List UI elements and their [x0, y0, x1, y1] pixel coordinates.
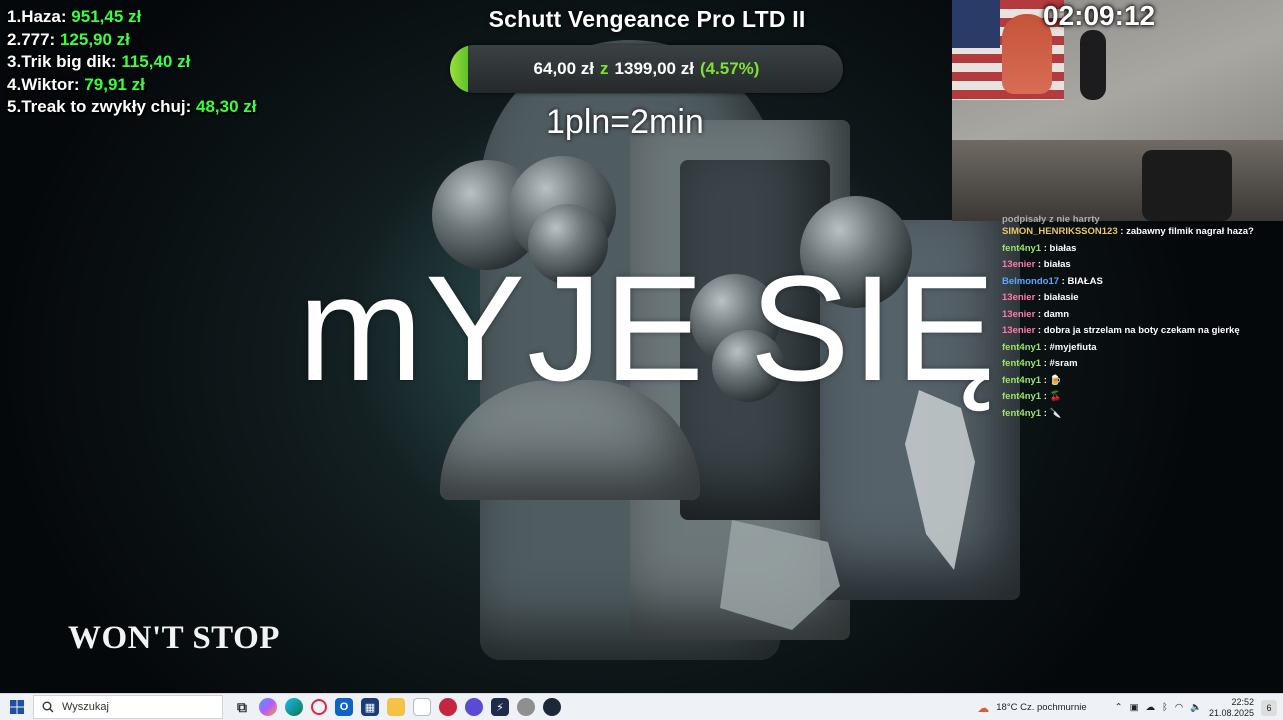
volume-icon[interactable]: 🔈 [1190, 702, 1202, 713]
search-placeholder: Wyszukaj [62, 701, 109, 713]
clock-date: 21.08.2025 [1208, 707, 1254, 718]
weather-icon: ☁ [977, 700, 990, 715]
goal-target: 1399,00 zł [614, 59, 694, 78]
chat-message: 13enier : damn [1002, 307, 1278, 324]
chat-text: : białas [1043, 242, 1077, 254]
opera-icon[interactable] [311, 699, 327, 715]
bluetooth-icon[interactable]: ᛒ [1162, 702, 1168, 713]
winamp-icon[interactable]: ⚡ [491, 698, 509, 716]
copilot-icon[interactable] [259, 698, 277, 716]
chevron-up-icon[interactable]: ⌃ [1115, 702, 1123, 713]
chat-text: : 🍒 [1043, 391, 1062, 402]
chat-message: 13enier : białasie [1002, 290, 1278, 307]
overlay-caption: mYJE SIĘ [298, 244, 998, 412]
system-tray: ☁ 18°C Cz. pochmurnie ⌃ ▣ ☁ ᛒ ◠ 🔈 22:52 … [977, 694, 1283, 720]
goal-separator: z [600, 59, 609, 78]
chat-username[interactable]: fent4ny1 [1002, 408, 1041, 419]
weather-text[interactable]: 18°C Cz. pochmurnie [996, 702, 1086, 713]
edge-icon[interactable] [285, 698, 303, 716]
steam-icon[interactable] [543, 698, 561, 716]
chat-username[interactable]: fent4ny1 [1002, 243, 1041, 254]
windows-logo-icon [9, 700, 24, 714]
file-explorer-icon[interactable] [387, 698, 405, 716]
start-button[interactable] [0, 694, 33, 720]
chat-message: fent4ny1 : białas [1002, 241, 1278, 258]
windows-taskbar: Wyszukaj ⧉ O ▦ ⚡ ☁ 18°C Cz. pochmurnie ⌃… [0, 693, 1283, 720]
chat-text: : damn [1037, 308, 1070, 320]
chat-message: fent4ny1 : #sram [1002, 356, 1278, 373]
chat-username[interactable]: 13enier [1002, 309, 1035, 320]
background-chair [1142, 150, 1232, 221]
chat-message: fent4ny1 : #myjefiuta [1002, 340, 1278, 357]
search-icon [42, 701, 54, 713]
stream-timer: 02:09:12 [1043, 0, 1156, 31]
goal-title: Schutt Vengeance Pro LTD II [488, 6, 806, 32]
chat-text: : zabawny filmik nagrał haza? [1120, 226, 1254, 237]
chat-message: 13enier : białas [1002, 257, 1278, 274]
chat-username[interactable]: fent4ny1 [1002, 358, 1041, 369]
chat-text: : 🔪 [1043, 407, 1062, 419]
chat-text: : 🍺 [1043, 374, 1062, 386]
leaderboard-row: 3.Trik big dik: 115,40 zł [7, 52, 191, 71]
chat-username[interactable]: SIMON_HENRIKSSON123 [1002, 226, 1118, 237]
chat-username[interactable]: 13enier [1002, 259, 1035, 270]
leaderboard-row: 2.777: 125,90 zł [7, 29, 130, 49]
goal-progress-bar: 64,00 zł z 1399,00 zł (4.57%) [450, 45, 843, 93]
chat-text: : białasie [1037, 292, 1079, 303]
chat-username[interactable]: Belmondo17 [1002, 276, 1059, 287]
chat-username[interactable]: fent4ny1 [1002, 391, 1041, 402]
leaderboard-row: 4.Wiktor: 79,91 zł [7, 74, 145, 94]
clock-time: 22:52 [1231, 696, 1254, 707]
chat-cut-message: podpisały z nie harrty [1002, 214, 1100, 224]
chat-username[interactable]: fent4ny1 [1002, 375, 1041, 386]
chat-text: : #sram [1043, 358, 1078, 369]
store-icon[interactable]: ▦ [361, 698, 379, 716]
chat-username[interactable]: 13enier [1002, 325, 1035, 336]
notepad-icon[interactable] [413, 698, 431, 716]
leaderboard-row: 5.Treak to zwykły chuj: 48,30 zł [7, 97, 257, 116]
chat-text: : BIAŁAS [1061, 275, 1103, 287]
chat-username[interactable]: fent4ny1 [1002, 342, 1041, 353]
tray-app-icon[interactable]: ▣ [1130, 702, 1139, 713]
chat-message: 13enier : dobra ja strzelam na boty czek… [1002, 323, 1278, 340]
outlook-icon[interactable]: O [335, 698, 353, 716]
goal-progress-text: 64,00 zł z 1399,00 zł (4.57%) [450, 45, 843, 93]
background-desk [952, 140, 1283, 221]
taskbar-search[interactable]: Wyszukaj [33, 695, 223, 719]
background-coat [1080, 30, 1106, 100]
leaderboard-row: 1.Haza: 951,45 zł [7, 7, 142, 26]
taskbar-clock[interactable]: 22:52 21.08.2025 [1209, 697, 1254, 719]
donation-leaderboard: 1.Haza: 951,45 zł 2.777: 125,90 zł 3.Tri… [7, 6, 256, 119]
chat-message: Belmondo17 : BIAŁAS [1002, 274, 1278, 291]
notifications-button[interactable]: 6 [1261, 699, 1277, 716]
task-view-icon[interactable]: ⧉ [233, 698, 251, 716]
chat-message: fent4ny1 : 🔪 [1002, 406, 1278, 423]
webcam-feed [952, 0, 1283, 221]
rate-text: 1pln=2min [546, 103, 704, 141]
wifi-icon[interactable]: ◠ [1175, 702, 1183, 713]
discord-icon[interactable] [465, 698, 483, 716]
chat-text: : białas [1037, 259, 1071, 270]
goal-current: 64,00 zł [533, 59, 595, 78]
chat-message: fent4ny1 : 🍺 [1002, 373, 1278, 390]
wont-stop-logo: WON'T STOP [68, 620, 280, 656]
chat-text: : dobra ja strzelam na boty czekam na gi… [1037, 325, 1240, 336]
chat-message: SIMON_HENRIKSSON123 : zabawny filmik nag… [1002, 224, 1278, 241]
chat-message: fent4ny1 : 🍒 [1002, 389, 1278, 406]
stream-chat: podpisały z nie harrty SIMON_HENRIKSSON1… [1002, 212, 1278, 422]
chat-username[interactable]: 13enier [1002, 292, 1035, 303]
goal-percent: (4.57%) [699, 59, 760, 78]
obs-icon[interactable] [517, 698, 535, 716]
chat-text: : #myjefiuta [1043, 341, 1097, 353]
app-icon[interactable] [439, 698, 457, 716]
onedrive-icon[interactable]: ☁ [1146, 702, 1156, 713]
